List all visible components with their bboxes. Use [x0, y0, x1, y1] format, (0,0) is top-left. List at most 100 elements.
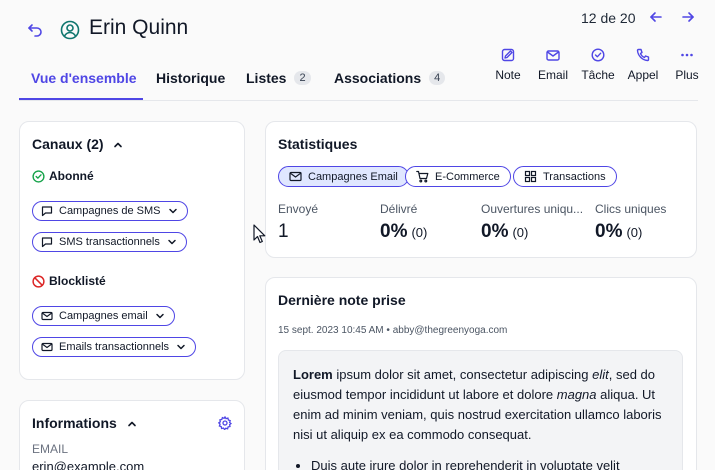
tab-lists[interactable]: Listes 2: [246, 70, 311, 86]
note-paragraph: Lorem ipsum dolor sit amet, consectetur …: [293, 365, 673, 445]
phone-icon: [636, 48, 650, 62]
stat-percent: 0%: [380, 221, 408, 242]
note-text-part: ipsum dolor sit amet, consectetur adipis…: [332, 367, 593, 382]
subscribed-label: Abonné: [49, 169, 94, 183]
stat-value-opens: 0% (0): [481, 221, 528, 243]
blocklisted-label: Blocklisté: [49, 274, 106, 288]
channel-pill-label: Campagnes de SMS: [59, 205, 161, 217]
mail-icon: [546, 50, 560, 61]
tabs-divider: [19, 100, 698, 101]
back-arrow-icon[interactable]: [27, 22, 43, 38]
info-title-text: Informations: [32, 415, 117, 431]
mail-icon: [41, 342, 53, 352]
tab-associations[interactable]: Associations 4: [334, 70, 446, 86]
edit-icon: [501, 48, 515, 62]
action-label: Plus: [675, 68, 699, 82]
tab-label: Listes: [246, 70, 287, 86]
tab-label: Vue d'ensemble: [31, 70, 137, 86]
channels-title[interactable]: Canaux (2): [32, 136, 123, 152]
channel-pill[interactable]: Campagnes de SMS: [32, 201, 188, 221]
blocklisted-status: Blocklisté: [32, 274, 106, 288]
note-content: Lorem ipsum dolor sit amet, consectetur …: [278, 350, 683, 470]
action-label: Email: [537, 68, 568, 82]
stat-count: (0): [512, 225, 529, 240]
stat-count: (0): [626, 225, 643, 240]
info-title[interactable]: Informations: [32, 415, 137, 431]
note-author: abby@thegreenyoga.com: [392, 325, 508, 336]
stat-value-clicks: 0% (0): [595, 221, 642, 243]
tab-label: Historique: [156, 70, 226, 86]
stat-label-opens: Ouvertures uniqu...: [481, 202, 584, 216]
tab-label: Associations: [334, 70, 422, 86]
channel-pill[interactable]: Emails transactionnels: [32, 337, 197, 357]
grid-icon: [524, 170, 537, 183]
tab-history[interactable]: Historique: [156, 70, 225, 86]
stat-value-delivered: 0% (0): [380, 221, 427, 243]
email-action-button[interactable]: Email: [531, 48, 575, 82]
channel-pill[interactable]: Campagnes email: [32, 306, 175, 326]
mouse-cursor-icon: [253, 224, 266, 244]
note-date: 15 sept. 2023 10:45 AM: [278, 325, 384, 336]
tab-overview[interactable]: Vue d'ensemble: [31, 70, 137, 86]
chevron-down-icon: [168, 239, 176, 245]
contact-name: Erin Quinn: [89, 16, 189, 39]
mail-icon: [41, 311, 53, 321]
previous-arrow-icon[interactable]: [649, 10, 663, 24]
chip-email-campaigns[interactable]: Campagnes Email: [278, 166, 409, 187]
note-bullet-list: Duis aute irure dolor in reprehenderit i…: [311, 456, 671, 470]
chip-label: E-Commerce: [435, 170, 500, 183]
action-label: Tâche: [581, 68, 615, 82]
channel-pill-label: Campagnes email: [59, 310, 148, 322]
last-note-title: Dernière note prise: [278, 292, 406, 308]
note-italic-text: elit: [592, 367, 609, 382]
gear-icon[interactable]: [218, 416, 232, 430]
cart-icon: [416, 170, 429, 183]
channel-pill[interactable]: SMS transactionnels: [32, 232, 187, 252]
action-label: Note: [495, 68, 521, 82]
tab-count-badge: 4: [429, 71, 446, 85]
chevron-down-icon: [177, 344, 185, 350]
contact-page: Erin Quinn 12 de 20 Vue d'ensemble Histo…: [0, 0, 715, 470]
subscribed-status: Abonné: [32, 169, 94, 183]
task-action-button[interactable]: Tâche: [576, 48, 620, 82]
channel-pill-label: SMS transactionnels: [59, 236, 160, 248]
more-action-button[interactable]: Plus: [665, 48, 709, 82]
tab-count-badge: 2: [294, 71, 311, 85]
chip-label: Campagnes Email: [308, 170, 398, 183]
chip-transactions[interactable]: Transactions: [513, 166, 617, 187]
note-meta: 15 sept. 2023 10:45 AM • abby@thegreenyo…: [278, 325, 507, 336]
note-italic-text: magna: [556, 387, 597, 402]
email-label: EMAIL: [32, 442, 69, 456]
chip-ecommerce[interactable]: E-Commerce: [405, 166, 511, 187]
user-avatar-icon: [60, 20, 80, 40]
stat-label-sent: Envoyé: [278, 202, 319, 216]
stat-label-clicks: Clics uniques: [595, 202, 667, 216]
stat-label-delivered: Délivré: [380, 202, 418, 216]
note-bold-text: Lorem: [293, 367, 333, 382]
chevron-down-icon: [168, 208, 177, 214]
call-action-button[interactable]: Appel: [621, 48, 665, 82]
channels-title-text: Canaux (2): [32, 136, 104, 152]
email-value[interactable]: erin@example.com: [32, 459, 144, 470]
next-arrow-icon[interactable]: [681, 10, 695, 24]
pager-count: 12 de 20: [581, 10, 636, 26]
chip-label: Transactions: [543, 170, 606, 183]
stat-count: (0): [411, 225, 428, 240]
stat-value-sent: 1: [278, 221, 289, 242]
stat-percent: 0%: [481, 221, 509, 242]
more-icon: [681, 53, 693, 57]
message-icon: [41, 237, 53, 248]
chevron-down-icon: [155, 313, 164, 319]
note-bullet-item: Duis aute irure dolor in reprehenderit i…: [311, 456, 671, 470]
message-icon: [41, 206, 53, 217]
chevron-up-icon: [114, 142, 123, 148]
stats-title: Statistiques: [278, 136, 358, 152]
block-icon: [32, 274, 45, 288]
note-action-button[interactable]: Note: [486, 48, 530, 82]
chevron-up-icon: [127, 421, 136, 427]
check-circle-icon: [591, 48, 605, 62]
check-circle-icon: [32, 169, 45, 183]
mail-icon: [289, 171, 302, 182]
action-label: Appel: [627, 68, 659, 82]
stat-percent: 0%: [595, 221, 623, 242]
